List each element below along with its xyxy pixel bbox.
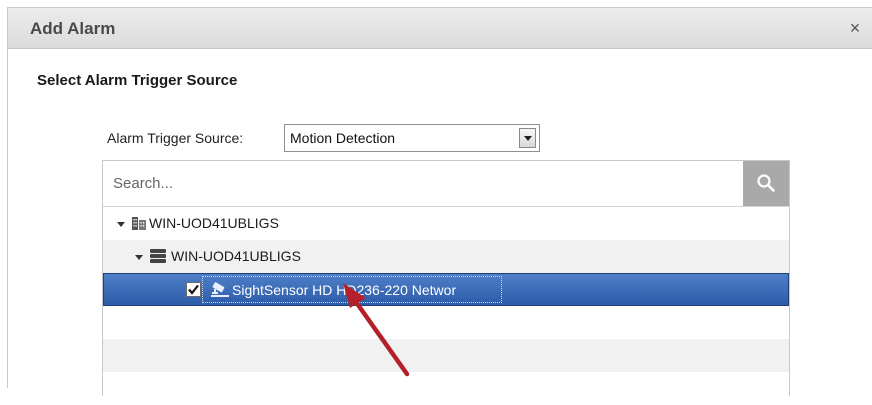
trigger-source-value: Motion Detection [290,130,396,146]
tree-empty-row [103,306,789,339]
add-alarm-dialog: Add Alarm × Select Alarm Trigger Source … [7,7,872,396]
camera-checkbox[interactable] [186,282,201,297]
tree-empty-row [103,372,789,405]
server-icon [150,249,166,263]
close-icon[interactable]: × [846,19,864,37]
tree-item-label: WIN-UOD41UBLIGS [171,248,301,264]
chevron-down-icon[interactable] [519,128,536,148]
search-icon [757,174,775,192]
trigger-source-select[interactable]: Motion Detection [284,124,540,152]
search-button[interactable] [743,161,789,206]
dialog-title: Add Alarm [30,19,116,38]
tree-item-label: WIN-UOD41UBLIGS [149,215,279,231]
trigger-source-tree-panel: WIN-UOD41UBLIGS WIN-UOD41UBLIGS [102,160,790,396]
tree-item-camera[interactable]: SightSensor HD HD236-220 Networ [103,273,789,306]
checkmark-icon [188,284,199,295]
expand-arrow-icon[interactable] [117,222,125,227]
tree-empty-row [103,339,789,372]
trigger-source-label: Alarm Trigger Source: [107,130,244,146]
tree-item-label: SightSensor HD HD236-220 Networ [232,282,457,298]
dialog-titlebar: Add Alarm × [8,8,872,49]
expand-arrow-icon[interactable] [135,255,143,260]
tree-item-server[interactable]: WIN-UOD41UBLIGS [103,240,789,273]
section-title: Select Alarm Trigger Source [37,72,238,89]
search-bar [103,161,789,207]
tree-item-host[interactable]: WIN-UOD41UBLIGS [103,207,789,240]
search-input[interactable] [103,161,739,206]
building-icon [132,217,146,230]
camera-icon [211,282,229,297]
